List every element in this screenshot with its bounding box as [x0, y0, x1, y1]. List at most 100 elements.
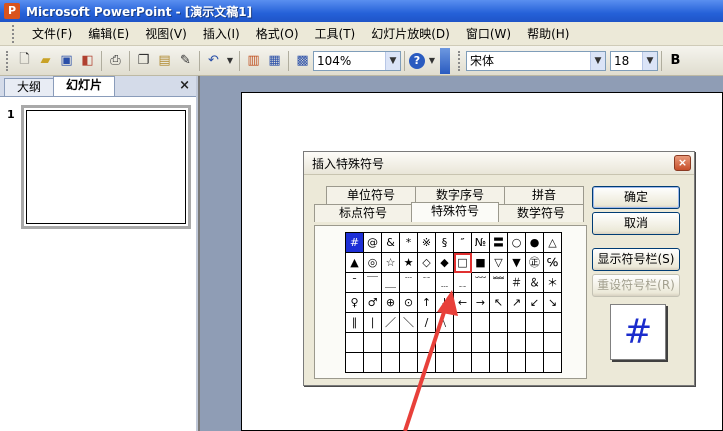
symbol-cell[interactable]: ㊣ — [525, 252, 544, 273]
dialog-title-bar[interactable]: 插入特殊符号 × — [304, 152, 694, 175]
ok-button[interactable]: 确定 — [592, 186, 680, 209]
slide-thumbnail[interactable] — [21, 105, 191, 229]
symbol-cell[interactable] — [453, 332, 472, 353]
symbol-cell[interactable] — [543, 312, 562, 333]
chevron-down-icon[interactable]: ▼ — [642, 51, 657, 70]
symbol-cell[interactable] — [489, 352, 508, 373]
tab-pinyin[interactable]: 拼音 — [504, 186, 584, 204]
symbol-cell[interactable]: ＃ — [507, 272, 526, 293]
menu-window[interactable]: 窗口(W) — [458, 23, 519, 45]
symbol-cell[interactable]: → — [471, 292, 490, 313]
symbol-cell[interactable] — [471, 312, 490, 333]
symbol-cell[interactable] — [363, 352, 382, 373]
symbol-cell[interactable] — [417, 332, 436, 353]
symbol-cell[interactable]: ★ — [399, 252, 418, 273]
symbol-cell[interactable] — [453, 352, 472, 373]
symbol-cell[interactable] — [507, 352, 526, 373]
symbol-cell[interactable]: ▲ — [345, 252, 364, 273]
symbol-cell[interactable]: ∥ — [345, 312, 364, 333]
help-icon[interactable]: ? — [409, 52, 425, 69]
symbol-cell[interactable]: ″ — [453, 232, 472, 253]
tab-outline[interactable]: 大纲 — [4, 78, 55, 96]
symbol-cell[interactable]: ♀ — [345, 292, 364, 313]
symbol-cell[interactable]: ↓ — [435, 292, 454, 313]
symbol-cell[interactable]: ▼ — [507, 252, 526, 273]
symbol-cell[interactable]: ⊙ — [399, 292, 418, 313]
insert-chart-icon[interactable]: ▥ — [244, 51, 263, 71]
symbol-cell[interactable]: ﹉ — [399, 272, 418, 293]
symbol-cell[interactable] — [381, 352, 400, 373]
symbol-cell[interactable]: ↖ — [489, 292, 508, 313]
symbol-cell[interactable]: @ — [363, 232, 382, 253]
symbol-cell[interactable] — [525, 312, 544, 333]
symbol-cell[interactable]: # — [345, 232, 364, 253]
symbol-cell[interactable]: ￣ — [363, 272, 382, 293]
close-pane-icon[interactable]: × — [179, 78, 190, 93]
symbol-cell[interactable]: ﹨ — [435, 312, 454, 333]
new-document-icon[interactable]: 🗋 — [15, 51, 34, 71]
symbol-cell[interactable]: ﹍ — [435, 272, 454, 293]
chevron-down-icon[interactable]: ▼ — [385, 51, 400, 70]
symbol-cell[interactable] — [345, 352, 364, 373]
format-painter-icon[interactable]: ✎ — [176, 51, 195, 71]
menu-view[interactable]: 视图(V) — [137, 23, 195, 45]
symbol-cell[interactable]: ＿ — [381, 272, 400, 293]
symbol-cell[interactable]: & — [381, 232, 400, 253]
symbol-cell[interactable]: ♂ — [363, 292, 382, 313]
symbol-cell[interactable]: ← — [453, 292, 472, 313]
symbol-cell[interactable] — [381, 332, 400, 353]
symbol-cell[interactable] — [363, 332, 382, 353]
symbol-cell[interactable] — [507, 312, 526, 333]
copy-icon[interactable]: ❐ — [134, 51, 153, 71]
symbol-cell[interactable]: № — [471, 232, 490, 253]
symbol-cell[interactable]: ＆ — [525, 272, 544, 293]
toolbar-grip-handle[interactable] — [6, 50, 10, 71]
symbol-cell[interactable]: ∣ — [363, 312, 382, 333]
symbol-cell[interactable]: ◆ — [435, 252, 454, 273]
symbol-cell[interactable]: ○ — [507, 232, 526, 253]
symbol-cell[interactable] — [435, 352, 454, 373]
symbol-cell[interactable]: ﹎ — [453, 272, 472, 293]
symbol-cell[interactable] — [471, 332, 490, 353]
tab-math-symbols[interactable]: 数学符号 — [498, 204, 584, 222]
symbol-cell[interactable]: ∕ — [417, 312, 436, 333]
symbol-cell[interactable]: ※ — [417, 232, 436, 253]
symbol-cell[interactable] — [471, 352, 490, 373]
toolbar-options-icon[interactable] — [440, 47, 450, 74]
symbol-cell[interactable]: □ — [453, 252, 472, 273]
paste-icon[interactable]: ▤ — [155, 51, 174, 71]
menu-slideshow[interactable]: 幻灯片放映(D) — [363, 23, 458, 45]
symbol-cell[interactable]: ◇ — [417, 252, 436, 273]
symbol-cell[interactable]: ⊕ — [381, 292, 400, 313]
symbol-cell[interactable] — [453, 312, 472, 333]
bold-button[interactable]: B — [666, 51, 685, 71]
font-name-combo[interactable]: 宋体 ▼ — [466, 50, 606, 71]
menu-edit[interactable]: 编辑(E) — [80, 23, 137, 45]
undo-icon[interactable]: ↶ — [204, 51, 223, 71]
symbol-cell[interactable]: ● — [525, 232, 544, 253]
menu-grip-handle[interactable] — [12, 24, 16, 43]
chevron-down-icon[interactable]: ▼ — [590, 51, 605, 70]
symbol-cell[interactable]: ／ — [381, 312, 400, 333]
tab-special-symbols[interactable]: 特殊符号 — [411, 202, 499, 222]
symbol-cell[interactable]: ◎ — [363, 252, 382, 273]
symbol-cell[interactable]: △ — [543, 232, 562, 253]
menu-file[interactable]: 文件(F) — [24, 23, 80, 45]
tab-slides[interactable]: 幻灯片 — [53, 76, 116, 96]
zoom-combo[interactable]: 104% ▼ — [313, 50, 401, 71]
formatting-toolbar-grip[interactable] — [458, 50, 462, 71]
symbol-cell[interactable]: ↗ — [507, 292, 526, 313]
undo-dropdown-icon[interactable]: ▼ — [225, 51, 235, 71]
symbol-cell[interactable]: ▽ — [489, 252, 508, 273]
symbol-cell[interactable]: ﹌ — [489, 272, 508, 293]
permission-icon[interactable]: ◧ — [78, 51, 97, 71]
help-dropdown-icon[interactable]: ▼ — [427, 51, 437, 71]
font-size-combo[interactable]: 18 ▼ — [610, 50, 658, 71]
symbol-cell[interactable]: * — [399, 232, 418, 253]
symbol-cell[interactable]: 〓 — [489, 232, 508, 253]
show-symbol-bar-button[interactable]: 显示符号栏(S) — [592, 248, 680, 271]
symbol-cell[interactable]: ℅ — [543, 252, 562, 273]
symbol-cell[interactable] — [489, 332, 508, 353]
cancel-button[interactable]: 取消 — [592, 212, 680, 235]
symbol-cell[interactable] — [435, 332, 454, 353]
